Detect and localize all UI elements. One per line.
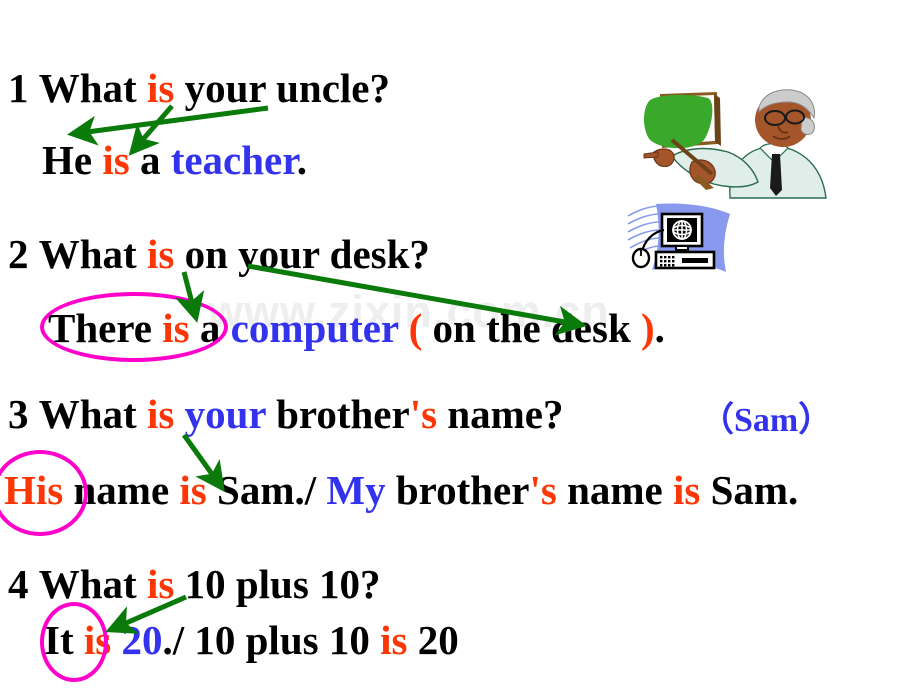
question-4-text-a: What [38, 561, 147, 607]
answer-1-a: a [129, 137, 171, 183]
question-line-2: 2 What is on your desk? [8, 234, 430, 275]
slide-canvas: www.zixin.com.cn 1 What is your uncle? H… [0, 0, 920, 690]
answer-3-apostrophe-s: 's [529, 467, 557, 513]
question-1-text-b: your uncle? [174, 65, 390, 111]
teacher-clipart [632, 78, 832, 203]
teacher-index-finger [643, 151, 659, 159]
question-3-highlight-is: is [146, 391, 175, 437]
answer-line-1: He is a teacher. [42, 140, 307, 181]
computer-illustration [627, 203, 730, 272]
answer-4-is-2: is [380, 617, 408, 663]
answer-2-period: . [654, 305, 665, 351]
answer-4-plus-expr: 10 plus 10 [194, 617, 381, 663]
question-line-3: 3 What is your brother's name? [8, 394, 563, 435]
computer-clipart [626, 200, 736, 280]
answer-2-middle: on the desk [422, 305, 642, 351]
question-4-number: 4 [8, 561, 29, 607]
question-1-text-a: What [38, 65, 147, 111]
answer-3-is-1: is [179, 467, 207, 513]
chalkboard-green-surface [644, 94, 713, 149]
answer-3-my: My [326, 467, 386, 513]
answer-2-computer: computer [230, 305, 399, 351]
question-4-highlight-is: is [146, 561, 175, 607]
teacher-sleeve [671, 147, 759, 188]
answer-1-period: . [296, 137, 307, 183]
answer-3-is-2: is [672, 467, 701, 513]
arrow-q1-your-to-he [67, 105, 269, 146]
answer-2-open-paren: ( [398, 305, 423, 351]
question-3-apostrophe-s: 's [409, 391, 438, 437]
base-unit-slot [682, 258, 708, 263]
teacher-tie [770, 154, 782, 196]
answer-1-is: is [102, 137, 130, 183]
question-3-text-c: name? [437, 391, 564, 437]
question-1-number: 1 [8, 65, 29, 111]
answer-1-he: He [42, 137, 103, 183]
question-1-highlight-is: is [146, 65, 175, 111]
question-2-text-b: on your desk? [174, 231, 430, 277]
question-2-highlight-is: is [146, 231, 175, 277]
question-3-text-b: brother [265, 391, 410, 437]
answer-3-name-2: name [556, 467, 673, 513]
answer-4-twenty-1: 20 [111, 617, 163, 663]
answer-3-sam-1: Sam./ [206, 467, 327, 513]
question-line-4: 4 What is 10 plus 10? [8, 564, 381, 605]
answer-line-3: His name is Sam./ My brother's name is S… [4, 470, 798, 511]
answer-3-brother: brother [385, 467, 530, 513]
circle-annotation-there-is [40, 292, 228, 362]
question-3-text-a: What [38, 391, 147, 437]
hint-sam: （Sam） [700, 402, 833, 439]
circle-annotation-his [0, 450, 88, 536]
circle-annotation-it [40, 602, 108, 682]
answer-2-close-paren: ) [641, 305, 655, 351]
question-3-space [174, 391, 184, 437]
question-line-1: 1 What is your uncle? [8, 68, 390, 109]
question-3-number: 3 [8, 391, 29, 437]
question-2-number: 2 [8, 231, 29, 277]
teacher-illustration [643, 89, 827, 199]
question-4-text-b: 10 plus 10? [174, 561, 381, 607]
answer-3-sam-2: Sam. [700, 467, 799, 513]
teacher-pointing-hand [653, 148, 675, 167]
question-3-highlight-your: your [184, 391, 266, 437]
answer-4-gap [184, 617, 194, 663]
chalkboard-edge [714, 94, 721, 146]
monitor-stand [675, 245, 689, 251]
teacher-glasses-bridge [784, 116, 787, 119]
answer-4-twenty-2: 20 [407, 617, 459, 663]
question-2-text-a: What [38, 231, 147, 277]
answer-1-teacher: teacher [170, 137, 297, 183]
answer-4-slash: ./ [162, 617, 185, 663]
